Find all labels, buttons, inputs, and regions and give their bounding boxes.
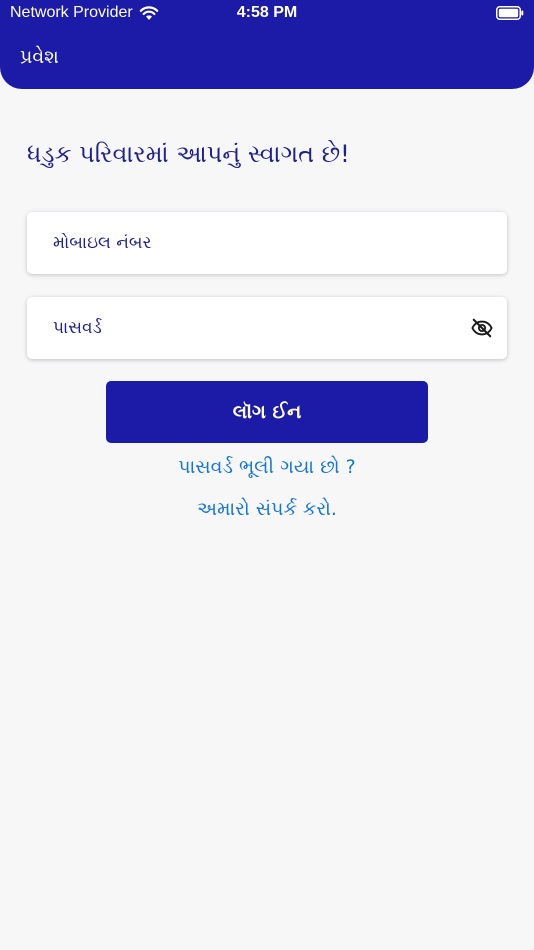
app-header: Network Provider 4:58 PM પ્રવેશ [0, 0, 534, 89]
login-screen: Network Provider 4:58 PM પ્રવેશ ધડુક પરિ… [0, 0, 534, 950]
mobile-input[interactable] [27, 212, 507, 274]
page-title: પ્રવેશ [20, 46, 59, 68]
status-time: 4:58 PM [236, 4, 298, 21]
welcome-message: ધડુક પરિવારમાં આપનું સ્વાગત છે! [27, 140, 350, 168]
battery-icon [496, 6, 524, 20]
eye-off-icon[interactable] [471, 317, 493, 339]
password-input[interactable] [27, 297, 507, 359]
login-button[interactable]: લૉગ ઈન [106, 381, 428, 443]
forgot-password-link[interactable]: પાસવર્ડ ભૂલી ગયા છો ? [0, 456, 534, 478]
mobile-field[interactable] [27, 212, 507, 274]
password-field[interactable] [27, 297, 507, 359]
contact-us-link[interactable]: અમારો સંપર્ક કરો. [0, 498, 534, 520]
status-bar: Network Provider 4:58 PM [0, 0, 534, 28]
